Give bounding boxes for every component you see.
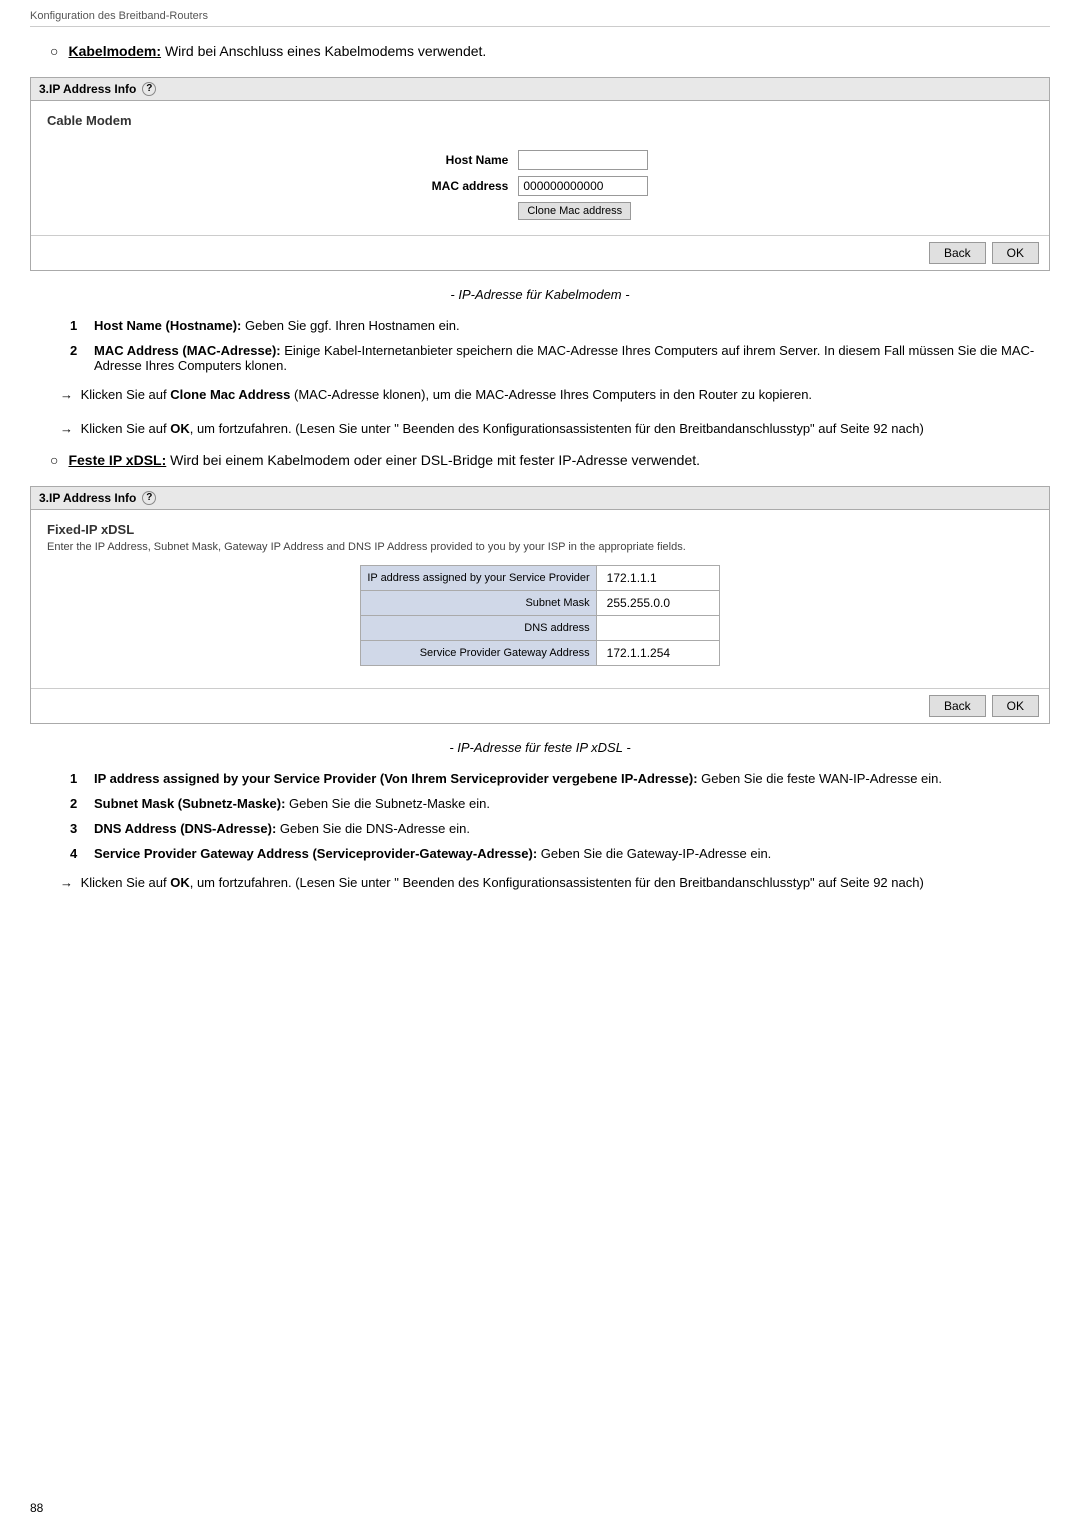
caption2: - IP-Adresse für feste IP xDSL - <box>30 740 1050 755</box>
festeip-intro: ○ Feste IP xDSL: Wird bei einem Kabelmod… <box>30 452 1050 468</box>
fixed-ip-input-1[interactable] <box>603 594 713 612</box>
panel2-help-icon[interactable]: ? <box>142 491 156 505</box>
host-name-input[interactable] <box>518 150 648 170</box>
panel1-footer: Back OK <box>31 235 1049 270</box>
kabelmodem-title: Kabelmodem: Wird bei Anschluss eines Kab… <box>68 43 486 59</box>
fixed-ip-form: IP address assigned by your Service Prov… <box>360 565 719 666</box>
fixed-ip-label-0: IP address assigned by your Service Prov… <box>361 566 596 591</box>
fixed-ip-input-2[interactable] <box>603 619 713 637</box>
instructions1-list: 1 Host Name (Hostname): Geben Sie ggf. I… <box>30 318 1050 373</box>
fixed-ip-row-3: Service Provider Gateway Address <box>361 641 719 666</box>
cable-modem-panel: 3.IP Address Info ? Cable Modem Host Nam… <box>30 77 1050 271</box>
festeip-text: Feste IP xDSL: Wird bei einem Kabelmodem… <box>68 452 700 468</box>
ok-instruction2-para: Klicken Sie auf OK, um fortzufahren. (Le… <box>30 873 1050 893</box>
instructions2-list: 1 IP address assigned by your Service Pr… <box>30 771 1050 861</box>
panel1-body: Cable Modem Host Name MAC address Clone … <box>31 101 1049 235</box>
kabelmodem-title-bold: Kabelmodem: <box>68 43 161 59</box>
panel2-ok-button[interactable]: OK <box>992 695 1039 717</box>
panel1-header: 3.IP Address Info ? <box>31 78 1049 101</box>
fixed-ip-value-0 <box>596 566 719 591</box>
clone-instruction-para: Klicken Sie auf Clone Mac Address (MAC-A… <box>30 385 1050 405</box>
panel2-description: Enter the IP Address, Subnet Mask, Gatew… <box>47 541 1033 553</box>
mac-address-value-cell <box>514 173 652 199</box>
host-name-row: Host Name <box>428 147 653 173</box>
mac-address-input[interactable] <box>518 176 648 196</box>
panel2-header: 3.IP Address Info ? <box>31 487 1049 510</box>
panel2-footer: Back OK <box>31 688 1049 723</box>
panel2-back-button[interactable]: Back <box>929 695 986 717</box>
fixed-ip-label-3: Service Provider Gateway Address <box>361 641 596 666</box>
instruction1-item1: 1 Host Name (Hostname): Geben Sie ggf. I… <box>70 318 1050 333</box>
instruction2-item3: 3 DNS Address (DNS-Adresse): Geben Sie d… <box>70 821 1050 836</box>
fixed-ip-label-2: DNS address <box>361 616 596 641</box>
panel1-ok-button[interactable]: OK <box>992 242 1039 264</box>
page-header: Konfiguration des Breitband-Routers <box>30 10 1050 27</box>
panel2-body: Fixed-IP xDSL Enter the IP Address, Subn… <box>31 510 1049 688</box>
instruction2-item2: 2 Subnet Mask (Subnetz-Maske): Geben Sie… <box>70 796 1050 811</box>
panel2-section-title: Fixed-IP xDSL <box>47 522 1033 537</box>
page-number: 88 <box>30 1501 43 1515</box>
panel1-help-icon[interactable]: ? <box>142 82 156 96</box>
fixed-ip-label-1: Subnet Mask <box>361 591 596 616</box>
fixed-ip-row-0: IP address assigned by your Service Prov… <box>361 566 719 591</box>
fixed-ip-row-1: Subnet Mask <box>361 591 719 616</box>
host-name-value-cell <box>514 147 652 173</box>
panel1-back-button[interactable]: Back <box>929 242 986 264</box>
fixed-ip-row-2: DNS address <box>361 616 719 641</box>
clone-mac-button[interactable]: Clone Mac address <box>518 202 631 220</box>
bullet-festeip: ○ <box>50 452 58 468</box>
fixed-ip-input-3[interactable] <box>603 644 713 662</box>
panel1-header-text: 3.IP Address Info <box>39 82 136 96</box>
caption1: - IP-Adresse für Kabelmodem - <box>30 287 1050 302</box>
fixed-ip-input-0[interactable] <box>603 569 713 587</box>
fixed-ip-panel: 3.IP Address Info ? Fixed-IP xDSL Enter … <box>30 486 1050 724</box>
fixed-ip-value-2 <box>596 616 719 641</box>
mac-address-label: MAC address <box>428 173 515 199</box>
ok-instruction1-para: Klicken Sie auf OK, um fortzufahren. (Le… <box>30 419 1050 439</box>
panel2-header-text: 3.IP Address Info <box>39 491 136 505</box>
header-text: Konfiguration des Breitband-Routers <box>30 10 208 22</box>
instruction2-item1: 1 IP address assigned by your Service Pr… <box>70 771 1050 786</box>
panel1-section-title: Cable Modem <box>47 113 1033 128</box>
instruction2-item4: 4 Service Provider Gateway Address (Serv… <box>70 846 1050 861</box>
fixed-ip-value-3 <box>596 641 719 666</box>
mac-address-row: MAC address <box>428 173 653 199</box>
kabelmodem-desc: Wird bei Anschluss eines Kabelmodems ver… <box>165 43 486 59</box>
bullet-kabelmodem: ○ <box>50 43 58 59</box>
fixed-ip-value-1 <box>596 591 719 616</box>
festeip-desc: Wird bei einem Kabelmodem oder einer DSL… <box>170 452 700 468</box>
kabelmodem-intro: ○ Kabelmodem: Wird bei Anschluss eines K… <box>30 43 1050 59</box>
festeip-title-bold: Feste IP xDSL: <box>68 452 166 468</box>
host-name-label: Host Name <box>428 147 515 173</box>
cable-modem-form: Host Name MAC address Clone Mac address <box>428 147 653 223</box>
clone-button-cell: Clone Mac address <box>514 199 652 223</box>
instruction1-item2: 2 MAC Address (MAC-Adresse): Einige Kabe… <box>70 343 1050 373</box>
clone-row: Clone Mac address <box>428 199 653 223</box>
